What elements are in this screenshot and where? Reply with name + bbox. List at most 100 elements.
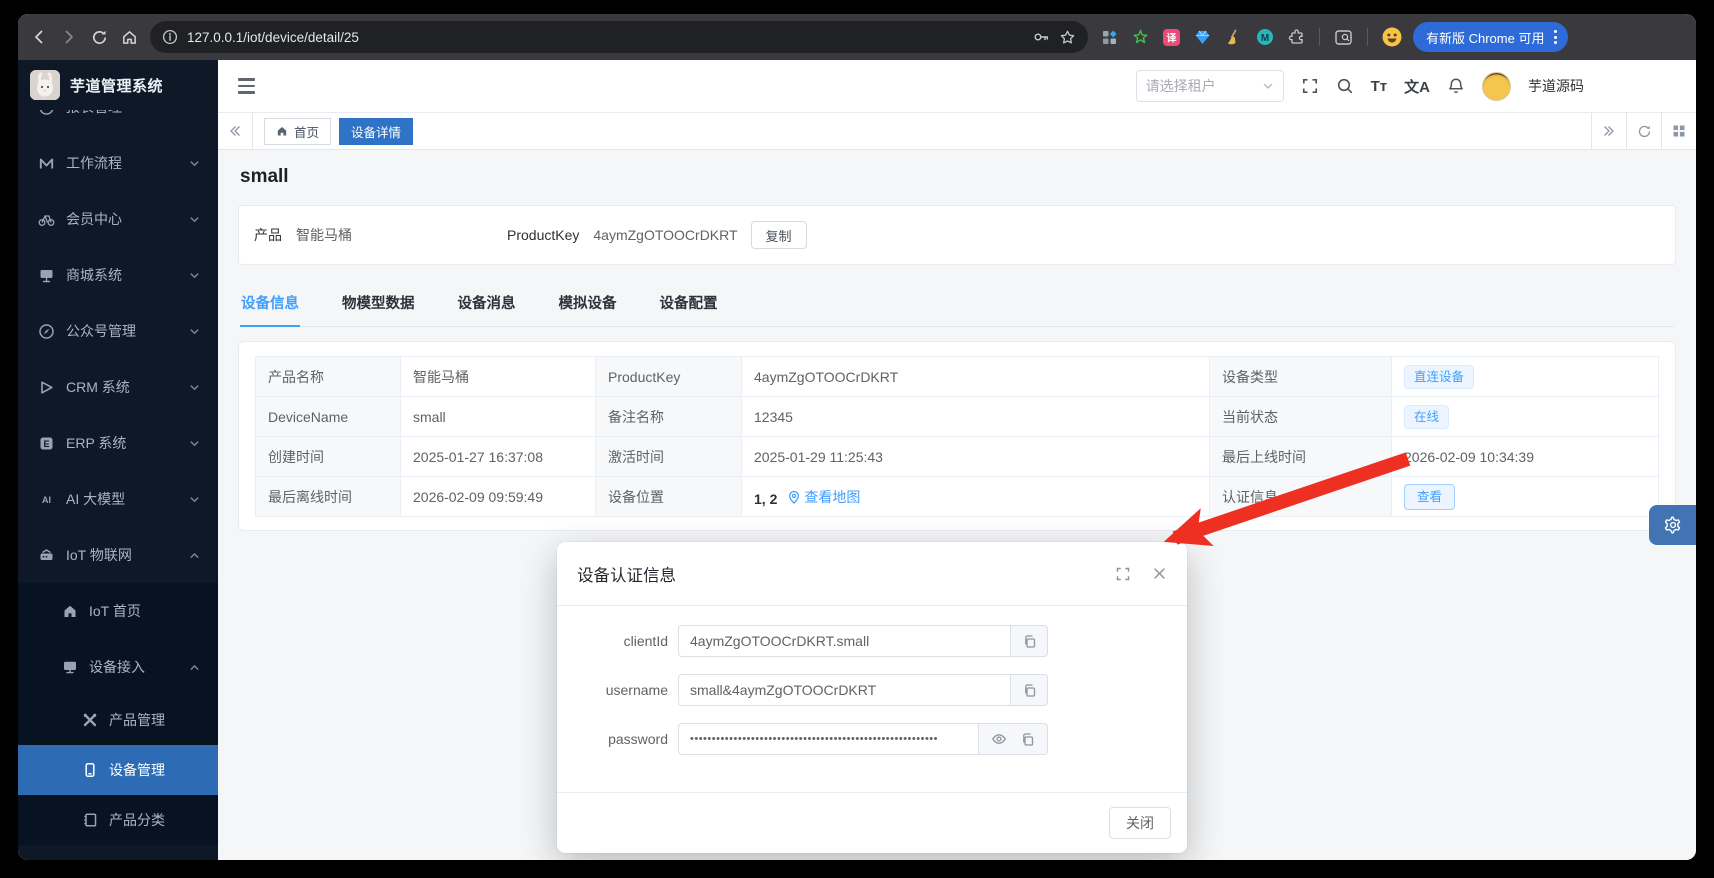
tab-device-info[interactable]: 设备信息 [240,281,300,326]
productkey-value: 4aymZgOTOOCrDKRT [593,227,737,243]
close-dialog-button[interactable]: 关闭 [1109,807,1171,839]
chrome-update-chip[interactable]: 有新版 Chrome 可用 [1413,22,1568,52]
sidebar-item-workflow[interactable]: 工作流程 [18,135,218,191]
shop-icon [38,267,55,284]
chevron-down-icon [189,270,200,281]
tab-device-config[interactable]: 设备配置 [659,281,719,326]
sidebar-item-erp[interactable]: E ERP 系统 [18,415,218,471]
dialog-close-icon[interactable] [1152,566,1167,581]
password-label: password [557,731,668,747]
chrome-update-label: 有新版 Chrome 可用 [1426,28,1544,47]
chevron-up-icon [189,662,200,673]
username-input-group [678,674,1048,706]
profile-emoji-icon[interactable] [1378,24,1405,51]
tab-device-message[interactable]: 设备消息 [457,281,517,326]
device-location-value: 1, 2 [754,491,777,507]
chevron-down-icon [189,158,200,169]
chevron-down-icon [189,214,200,225]
workflow-icon [38,155,55,172]
extension-gem-icon[interactable] [1189,24,1216,51]
username-row: username [557,674,1187,706]
password-actions [978,723,1048,755]
sidebar-item-ai[interactable]: AI AI 大模型 [18,471,218,527]
tab-device-detail[interactable]: 设备详情 [339,118,413,145]
app-logo[interactable]: 芋道管理系统 [18,60,218,110]
product-summary-card: 产品 智能马桶 ProductKey 4aymZgOTOOCrDKRT 复制 [238,205,1676,265]
copy-icon [1022,634,1037,649]
view-map-link[interactable]: 查看地图 [787,487,860,507]
home-icon[interactable] [116,24,142,50]
scroll-tabs-right-icon[interactable] [1591,113,1626,149]
dialog-footer: 关闭 [557,792,1187,853]
address-bar[interactable]: 127.0.0.1/iot/device/detail/25 [150,21,1088,53]
app-title: 芋道管理系统 [70,75,163,96]
collapse-menu-icon[interactable] [232,72,261,100]
extensions-puzzle-icon[interactable] [1282,24,1309,51]
side-panel-search-icon[interactable] [1330,24,1357,51]
header-actions: 请选择租户 Tт 文A 芋道源码 [1136,70,1696,102]
bookmark-star-icon[interactable] [1059,29,1076,46]
scroll-tabs-left-icon[interactable] [218,113,253,149]
fullscreen-icon[interactable] [1301,77,1319,95]
sidebar-item-product-management[interactable]: 产品管理 [18,695,218,745]
gear-icon [1663,515,1683,535]
copy-productkey-button[interactable]: 复制 [751,221,807,249]
svg-text:译: 译 [1167,31,1178,44]
tab-home[interactable]: 首页 [264,118,331,145]
extension-broom-icon[interactable] [1220,24,1247,51]
show-password-eye-icon[interactable] [991,731,1007,747]
theme-settings-button[interactable] [1649,505,1696,545]
dialog-header: 设备认证信息 [557,542,1187,606]
copy-username-button[interactable] [1010,674,1048,706]
extension-grid-icon[interactable] [1096,24,1123,51]
tabs-layout-grid-icon[interactable] [1661,113,1696,149]
extension-m-icon[interactable]: M [1251,24,1278,51]
sidebar-item-iot-home[interactable]: IoT 首页 [18,583,218,639]
sidebar-item-product-category[interactable]: 产品分类 [18,795,218,845]
notebook-icon [82,812,98,828]
tenant-select[interactable]: 请选择租户 [1136,70,1284,102]
sidebar-item-device-management[interactable]: 设备管理 [18,745,218,795]
app-header: 请选择租户 Tт 文A 芋道源码 [218,60,1696,112]
compass-icon [38,323,55,340]
back-icon[interactable] [26,24,52,50]
detail-tabs: 设备信息 物模型数据 设备消息 模拟设备 设备配置 [240,281,1674,327]
font-size-icon[interactable]: Tт [1371,78,1388,95]
view-auth-info-button[interactable]: 查看 [1404,484,1455,510]
tab-device-simulator[interactable]: 模拟设备 [558,281,618,326]
password-key-icon[interactable] [1032,28,1050,46]
tab-thing-model-data[interactable]: 物模型数据 [341,281,416,326]
sidebar-item-member[interactable]: 会员中心 [18,191,218,247]
username-input[interactable] [678,674,1010,706]
reload-icon[interactable] [86,24,112,50]
toolbar-divider [1367,28,1368,46]
copy-clientid-button[interactable] [1010,625,1048,657]
page-title: small [240,166,1676,188]
site-info-icon[interactable] [162,29,178,45]
sidebar-submenu-iot: IoT 首页 设备接入 产品管理 设备管 [18,583,218,845]
search-icon[interactable] [1336,77,1354,95]
extension-star-icon[interactable] [1127,24,1154,51]
refresh-tab-icon[interactable] [1626,113,1661,149]
sidebar-item-iot[interactable]: IoT 物联网 [18,527,218,583]
url-text[interactable]: 127.0.0.1/iot/device/detail/25 [187,30,1023,45]
user-avatar[interactable] [1482,72,1511,101]
sidebar-item-mall[interactable]: 商城系统 [18,247,218,303]
browser-menu-icon[interactable] [1551,30,1560,44]
bicycle-icon [38,211,55,228]
dialog-fullscreen-icon[interactable] [1115,566,1131,582]
sidebar-item-official-account[interactable]: 公众号管理 [18,303,218,359]
sidebar-item-device-access[interactable]: 设备接入 [18,639,218,695]
device-type-tag: 直连设备 [1404,365,1474,389]
product-label: 产品 [254,225,282,245]
password-input[interactable] [678,723,978,755]
language-icon[interactable]: 文A [1404,76,1430,97]
forward-icon[interactable] [56,24,82,50]
sidebar-item-crm[interactable]: CRM 系统 [18,359,218,415]
notification-bell-icon[interactable] [1447,77,1465,95]
clientid-input[interactable] [678,625,1010,657]
copy-password-button[interactable] [1020,732,1035,747]
username[interactable]: 芋道源码 [1528,76,1584,96]
toolbar-divider [1319,28,1320,46]
extension-translate-icon[interactable]: 译 [1158,24,1185,51]
